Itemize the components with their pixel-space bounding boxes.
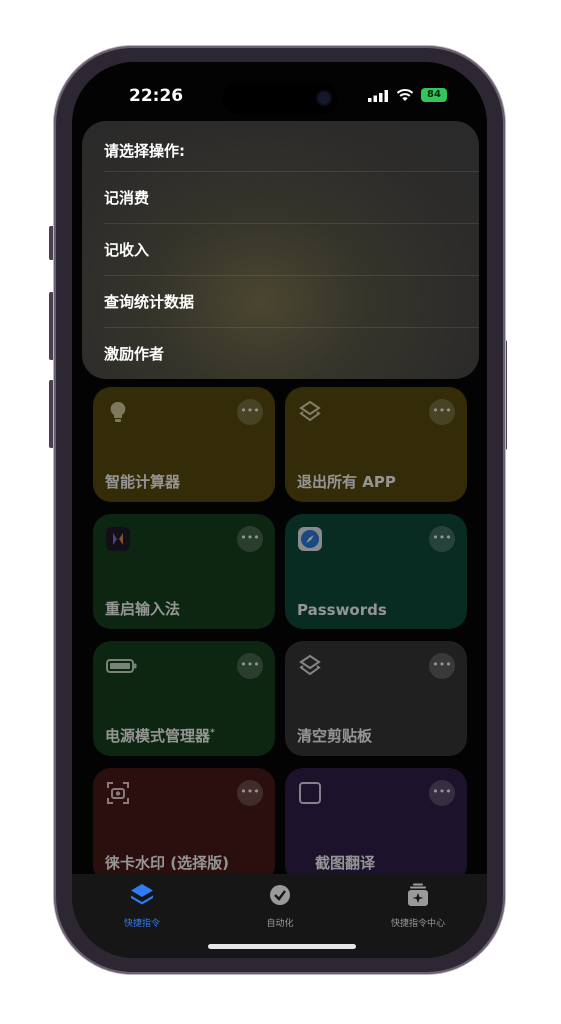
more-icon[interactable]: ••• <box>237 399 263 425</box>
shortcut-tile-power-mode-manager[interactable]: ••• 电源模式管理器* <box>93 641 275 756</box>
battery-icon <box>106 659 137 673</box>
layers-icon <box>131 884 153 905</box>
more-icon[interactable]: ••• <box>237 653 263 679</box>
safari-icon <box>298 527 322 551</box>
more-icon[interactable]: ••• <box>237 526 263 552</box>
more-icon[interactable]: ••• <box>429 526 455 552</box>
shortcut-label: 退出所有 APP <box>297 473 396 491</box>
gallery-icon <box>408 883 428 906</box>
shortcut-label: Passwords <box>297 601 387 619</box>
more-icon[interactable]: ••• <box>237 780 263 806</box>
shortcut-tile-smart-calculator[interactable]: ••• 智能计算器 <box>93 387 275 502</box>
shortcut-label: 清空剪贴板 <box>297 727 373 745</box>
shortcut-label: 重启输入法 <box>105 600 181 618</box>
shortcut-tile-leica-watermark[interactable]: ••• 徕卡水印 (选择版) <box>93 768 275 883</box>
action-query-statistics[interactable]: 查询统计数据 <box>104 275 479 328</box>
shortcut-label-badge: * <box>210 728 215 738</box>
status-time: 22:26 <box>129 86 184 106</box>
shortcut-label-text: 电源模式管理器 <box>105 727 211 745</box>
action-record-income[interactable]: 记收入 <box>104 223 479 276</box>
battery-indicator: 84 <box>421 88 447 102</box>
shortcut-label: 徕卡水印 (选择版) <box>105 854 229 872</box>
tab-shortcuts[interactable]: 快捷指令 <box>82 882 202 930</box>
tab-gallery[interactable]: 快捷指令中心 <box>358 882 478 930</box>
shortcut-tile-clear-clipboard[interactable]: ••• 清空剪贴板 <box>285 641 467 756</box>
front-camera <box>318 92 330 104</box>
more-icon[interactable]: ••• <box>429 653 455 679</box>
action-sheet-title: 请选择操作: <box>104 142 185 160</box>
square-icon <box>299 782 321 804</box>
app-icon <box>106 527 130 551</box>
shortcut-label: 电源模式管理器* <box>105 725 215 746</box>
action-support-author[interactable]: 激励作者 <box>104 327 479 379</box>
tab-automation[interactable]: 自动化 <box>220 882 340 930</box>
cellular-signal-icon <box>368 90 388 102</box>
action-record-expense[interactable]: 记消费 <box>104 171 479 224</box>
layers-icon <box>299 654 321 676</box>
tab-label: 快捷指令 <box>123 919 160 929</box>
tab-label: 快捷指令中心 <box>390 919 445 929</box>
more-icon[interactable]: ••• <box>429 399 455 425</box>
more-icon[interactable]: ••• <box>429 780 455 806</box>
lightbulb-icon <box>110 401 126 422</box>
shortcut-label: 截图翻译 <box>315 854 376 872</box>
screen: 22:26 84 请选择操作: 记消费 记收入 查询统计数据 激励作者 ••• … <box>72 62 487 958</box>
clock-check-icon <box>270 885 290 905</box>
shortcut-tile-screenshot-translate[interactable]: ••• 截图翻译 <box>285 768 467 883</box>
wifi-icon <box>396 89 414 101</box>
tab-label: 自动化 <box>266 919 294 929</box>
layers-icon <box>299 400 321 422</box>
camera-scan-icon <box>107 782 129 804</box>
shortcut-tile-passwords[interactable]: ••• Passwords <box>285 514 467 629</box>
shortcut-tile-quit-all-apps[interactable]: ••• 退出所有 APP <box>285 387 467 502</box>
shortcut-label: 智能计算器 <box>105 473 181 491</box>
status-bar: 22:26 84 <box>72 62 487 126</box>
shortcut-tile-restart-input-method[interactable]: ••• 重启输入法 <box>93 514 275 629</box>
home-indicator[interactable] <box>208 944 356 949</box>
action-sheet: 请选择操作: 记消费 记收入 查询统计数据 激励作者 <box>82 121 479 379</box>
